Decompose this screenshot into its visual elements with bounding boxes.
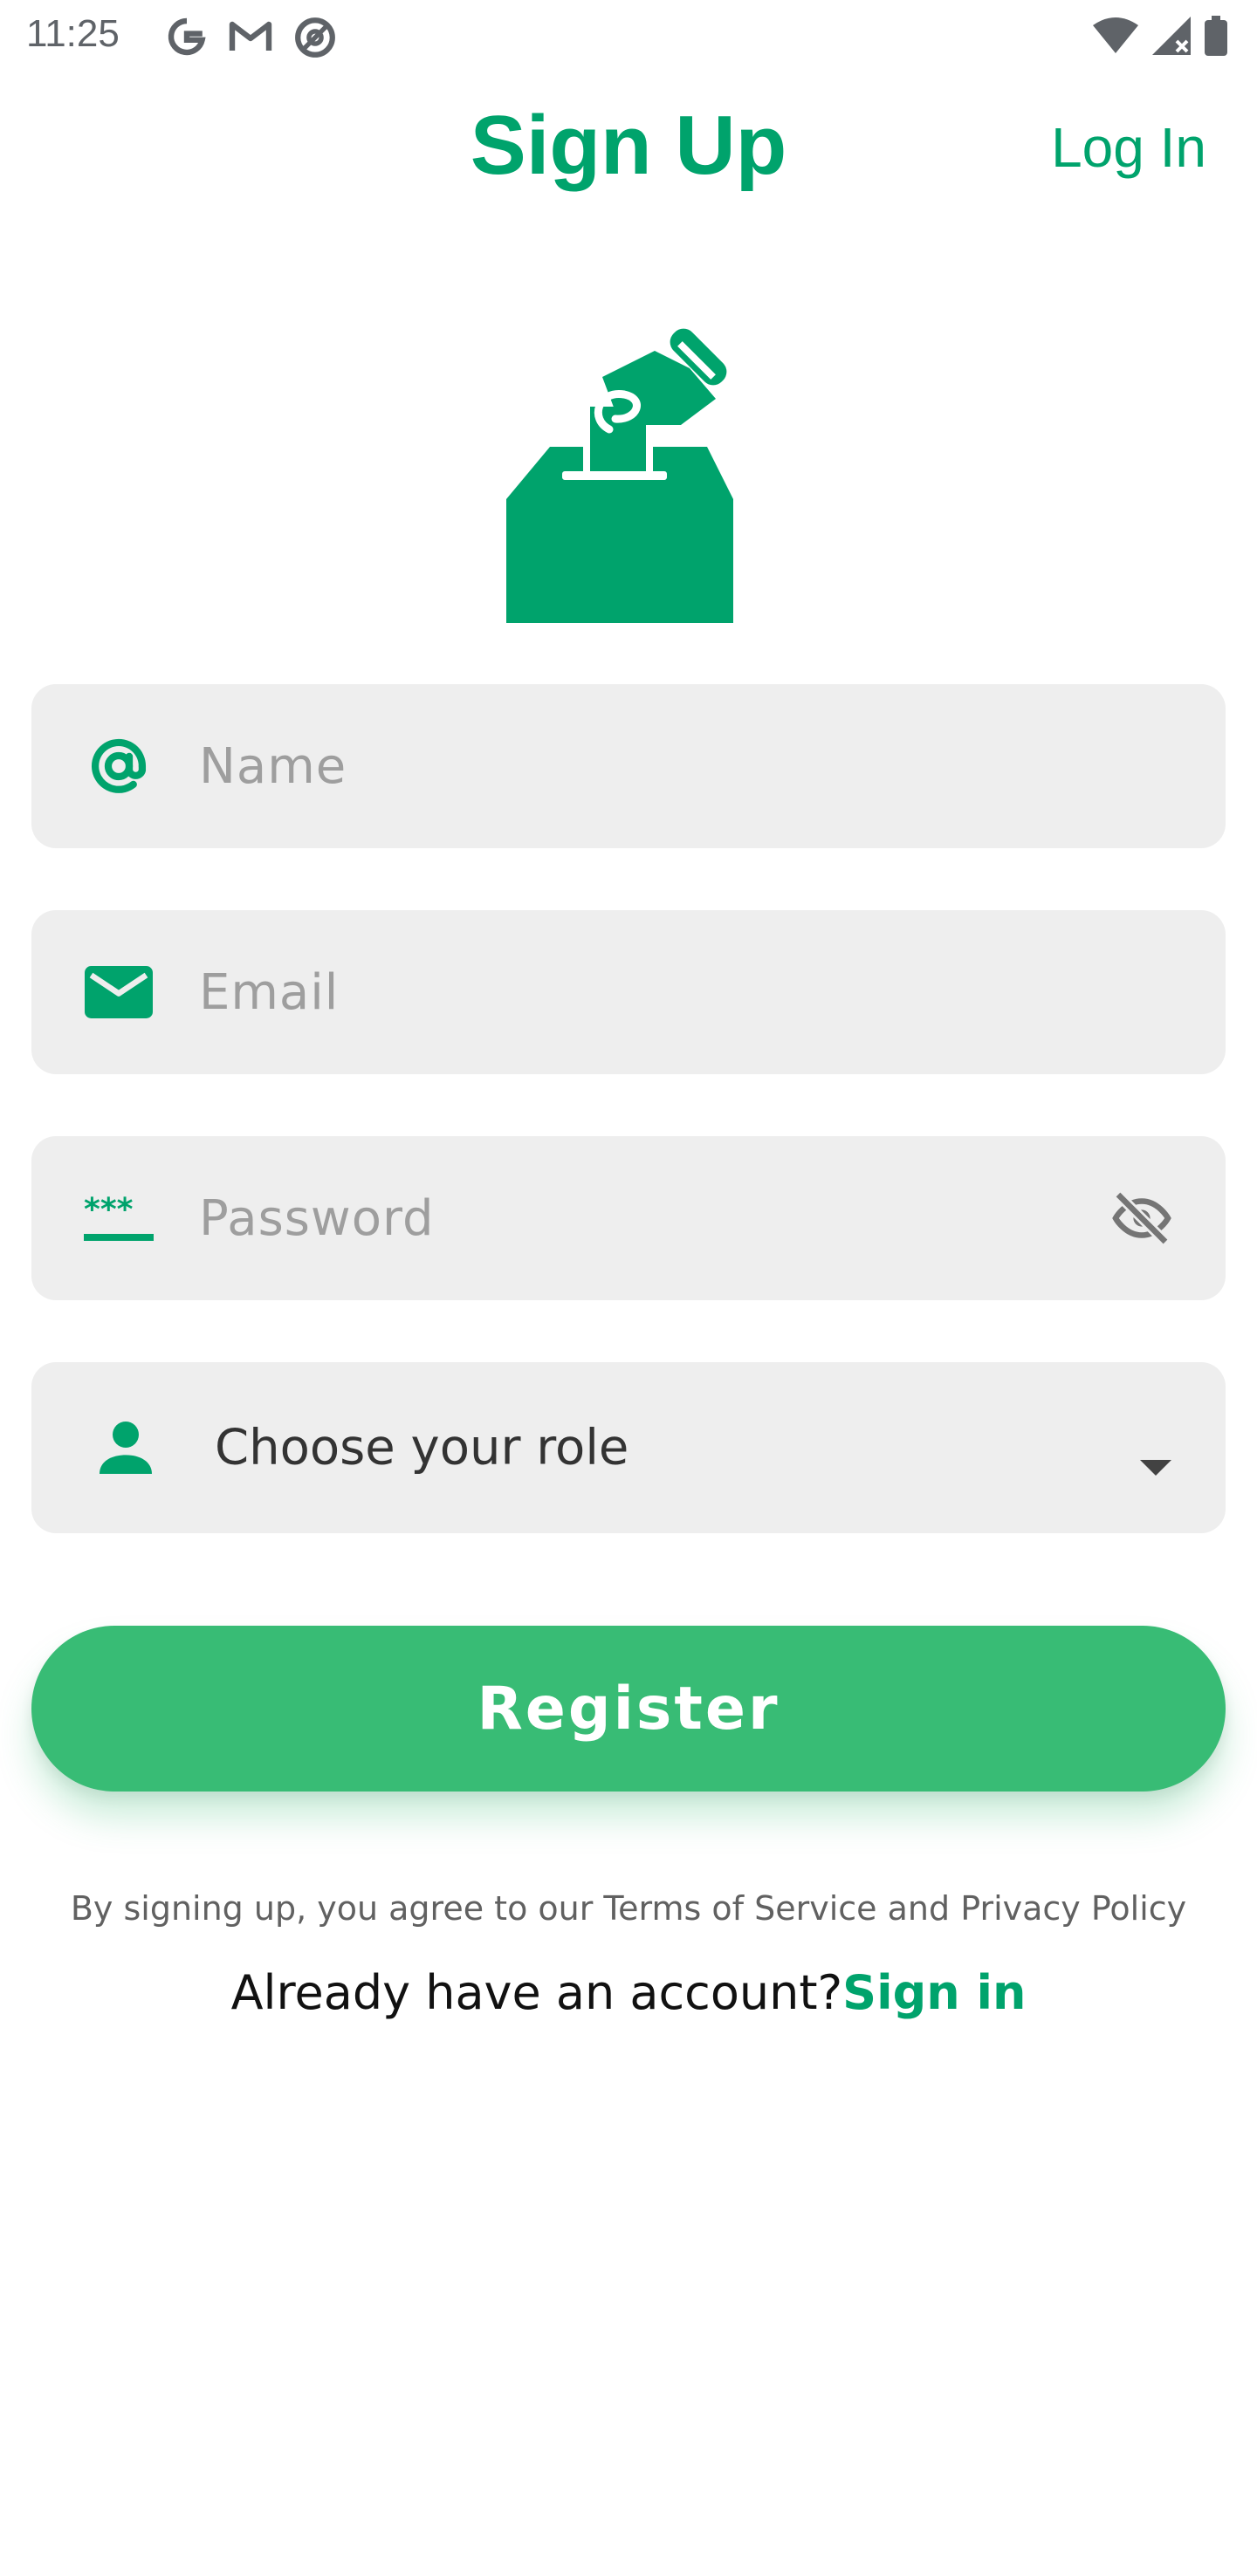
google-icon — [166, 16, 208, 59]
ballot-box-icon — [506, 316, 751, 623]
battery-icon — [1205, 16, 1227, 56]
password-input[interactable] — [199, 1136, 1072, 1300]
status-notification-icons — [166, 16, 337, 59]
gmail-icon — [227, 16, 274, 59]
eye-off-icon[interactable] — [1110, 1187, 1173, 1250]
at-sign-icon — [293, 16, 337, 59]
email-input[interactable] — [199, 910, 1072, 1074]
role-dropdown[interactable]: Choose your role — [31, 1362, 1226, 1533]
svg-text:***: *** — [84, 1192, 134, 1228]
name-field[interactable] — [31, 684, 1226, 848]
role-selected-value: Choose your role — [215, 1419, 629, 1476]
register-button[interactable]: Register — [31, 1626, 1226, 1792]
status-time: 11:25 — [26, 12, 120, 55]
status-system-icons — [1093, 16, 1227, 56]
login-link[interactable]: Log In — [1051, 115, 1206, 180]
signin-link[interactable]: Sign in — [842, 1965, 1026, 2020]
signin-row: Already have an account?Sign in — [0, 1965, 1257, 2020]
name-input[interactable] — [199, 684, 1072, 848]
signin-prompt: Already have an account? — [230, 1965, 843, 2020]
terms-text: By signing up, you agree to our Terms of… — [70, 1889, 1187, 1928]
person-icon — [87, 1409, 164, 1486]
wifi-icon — [1093, 17, 1138, 55]
password-icon: *** — [80, 1180, 157, 1257]
signal-icon — [1152, 17, 1191, 55]
password-field[interactable]: *** — [31, 1136, 1226, 1300]
at-sign-icon — [80, 728, 157, 805]
mail-icon — [80, 954, 157, 1031]
status-bar: 11:25 — [0, 0, 1257, 73]
chevron-down-icon — [1140, 1460, 1171, 1476]
email-field[interactable] — [31, 910, 1226, 1074]
